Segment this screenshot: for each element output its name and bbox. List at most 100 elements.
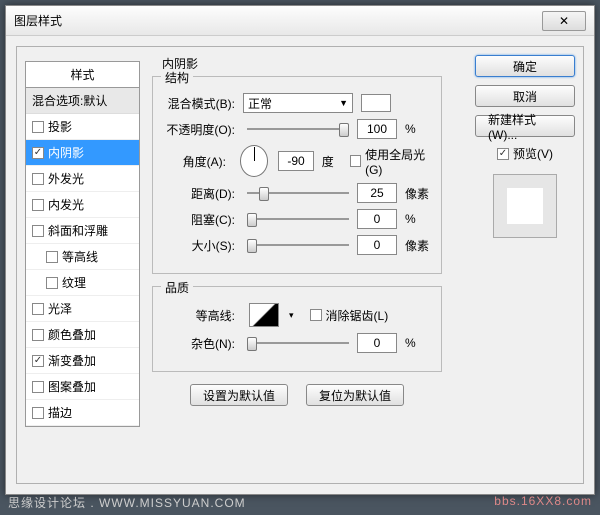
style-item-10[interactable]: 图案叠加 (26, 374, 139, 400)
style-checkbox[interactable] (32, 121, 44, 133)
angle-dial[interactable] (240, 145, 268, 177)
right-panel: 确定 取消 新建样式(W)... 预览(V) (475, 55, 575, 238)
structure-legend: 结构 (161, 69, 193, 86)
distance-unit: 像素 (405, 185, 433, 202)
preview-swatch (507, 188, 543, 224)
quality-fieldset: 品质 等高线: ▾ 消除锯齿(L) 杂色(N): 0 % (152, 286, 442, 372)
contour-picker[interactable] (249, 303, 279, 327)
style-label: 投影 (48, 118, 72, 135)
effect-panel: 内阴影 结构 混合模式(B): 正常 不透明度(O): 100 % 角度(A): (152, 55, 442, 406)
angle-input[interactable]: -90 (278, 151, 313, 171)
choke-unit: % (405, 212, 433, 226)
close-icon: ✕ (559, 14, 569, 28)
distance-label: 距离(D): (161, 185, 239, 202)
style-label: 斜面和浮雕 (48, 222, 108, 239)
style-label: 光泽 (48, 300, 72, 317)
opacity-label: 不透明度(O): (161, 121, 239, 138)
blend-options-default[interactable]: 混合选项:默认 (26, 88, 139, 114)
color-swatch[interactable] (361, 94, 391, 112)
style-label: 内阴影 (48, 144, 84, 161)
style-label: 外发光 (48, 170, 84, 187)
distance-input[interactable]: 25 (357, 183, 397, 203)
global-light-checkbox[interactable] (350, 155, 361, 167)
style-item-3[interactable]: 内发光 (26, 192, 139, 218)
new-style-button[interactable]: 新建样式(W)... (475, 115, 575, 137)
opacity-input[interactable]: 100 (357, 119, 397, 139)
style-label: 等高线 (62, 248, 98, 265)
preview-label: 预览(V) (513, 145, 553, 162)
blend-mode-label: 混合模式(B): (161, 95, 239, 112)
style-item-8[interactable]: 颜色叠加 (26, 322, 139, 348)
style-checkbox[interactable] (32, 147, 44, 159)
default-buttons: 设置为默认值 复位为默认值 (152, 384, 442, 406)
close-button[interactable]: ✕ (542, 11, 586, 31)
quality-legend: 品质 (161, 279, 193, 296)
window-title: 图层样式 (14, 12, 542, 29)
antialias-label: 消除锯齿(L) (326, 307, 389, 324)
style-checkbox[interactable] (32, 407, 44, 419)
ok-button[interactable]: 确定 (475, 55, 575, 77)
chevron-down-icon[interactable]: ▾ (289, 310, 294, 321)
watermark-left: 思缘设计论坛 . WWW.MISSYUAN.COM (8, 494, 246, 511)
style-checkbox[interactable] (32, 329, 44, 341)
angle-label: 角度(A): (161, 153, 230, 170)
style-item-2[interactable]: 外发光 (26, 166, 139, 192)
style-label: 图案叠加 (48, 378, 96, 395)
noise-unit: % (405, 336, 433, 350)
opacity-slider[interactable] (247, 121, 349, 137)
watermark-right: bbs.16XX8.com (494, 494, 592, 511)
size-label: 大小(S): (161, 237, 239, 254)
style-item-0[interactable]: 投影 (26, 114, 139, 140)
set-default-button[interactable]: 设置为默认值 (190, 384, 288, 406)
opacity-unit: % (405, 122, 433, 136)
style-label: 内发光 (48, 196, 84, 213)
style-label: 颜色叠加 (48, 326, 96, 343)
style-item-11[interactable]: 描边 (26, 400, 139, 426)
noise-label: 杂色(N): (161, 335, 239, 352)
contour-label: 等高线: (161, 307, 239, 324)
structure-fieldset: 结构 混合模式(B): 正常 不透明度(O): 100 % 角度(A): -90 (152, 76, 442, 274)
style-item-9[interactable]: 渐变叠加 (26, 348, 139, 374)
titlebar: 图层样式 ✕ (6, 6, 594, 36)
styles-header[interactable]: 样式 (26, 62, 139, 88)
style-item-7[interactable]: 光泽 (26, 296, 139, 322)
dialog-body: 样式 混合选项:默认 投影内阴影外发光内发光斜面和浮雕等高线纹理光泽颜色叠加渐变… (16, 46, 584, 484)
style-item-1[interactable]: 内阴影 (26, 140, 139, 166)
noise-slider[interactable] (247, 335, 349, 351)
cancel-button[interactable]: 取消 (475, 85, 575, 107)
style-item-5[interactable]: 等高线 (26, 244, 139, 270)
style-checkbox[interactable] (46, 277, 58, 289)
angle-unit: 度 (322, 153, 347, 170)
style-checkbox[interactable] (32, 173, 44, 185)
style-label: 描边 (48, 404, 72, 421)
antialias-checkbox[interactable] (310, 309, 322, 321)
style-item-4[interactable]: 斜面和浮雕 (26, 218, 139, 244)
choke-input[interactable]: 0 (357, 209, 397, 229)
watermark: 思缘设计论坛 . WWW.MISSYUAN.COM bbs.16XX8.com (0, 490, 600, 515)
style-checkbox[interactable] (32, 303, 44, 315)
style-checkbox[interactable] (46, 251, 58, 263)
preview-checkbox[interactable] (497, 148, 509, 160)
layer-style-dialog: 图层样式 ✕ 样式 混合选项:默认 投影内阴影外发光内发光斜面和浮雕等高线纹理光… (5, 5, 595, 495)
noise-input[interactable]: 0 (357, 333, 397, 353)
preview-box (493, 174, 557, 238)
effect-title: 内阴影 (162, 55, 442, 72)
style-checkbox[interactable] (32, 225, 44, 237)
reset-default-button[interactable]: 复位为默认值 (306, 384, 404, 406)
size-slider[interactable] (247, 237, 349, 253)
size-input[interactable]: 0 (357, 235, 397, 255)
style-checkbox[interactable] (32, 355, 44, 367)
style-checkbox[interactable] (32, 199, 44, 211)
style-item-6[interactable]: 纹理 (26, 270, 139, 296)
size-unit: 像素 (405, 237, 433, 254)
styles-list: 样式 混合选项:默认 投影内阴影外发光内发光斜面和浮雕等高线纹理光泽颜色叠加渐变… (25, 61, 140, 427)
blend-mode-select[interactable]: 正常 (243, 93, 353, 113)
style-label: 渐变叠加 (48, 352, 96, 369)
choke-slider[interactable] (247, 211, 349, 227)
preview-row: 预览(V) (497, 145, 553, 162)
global-light-label: 使用全局光(G) (365, 146, 433, 177)
style-label: 纹理 (62, 274, 86, 291)
style-checkbox[interactable] (32, 381, 44, 393)
choke-label: 阻塞(C): (161, 211, 239, 228)
distance-slider[interactable] (247, 185, 349, 201)
